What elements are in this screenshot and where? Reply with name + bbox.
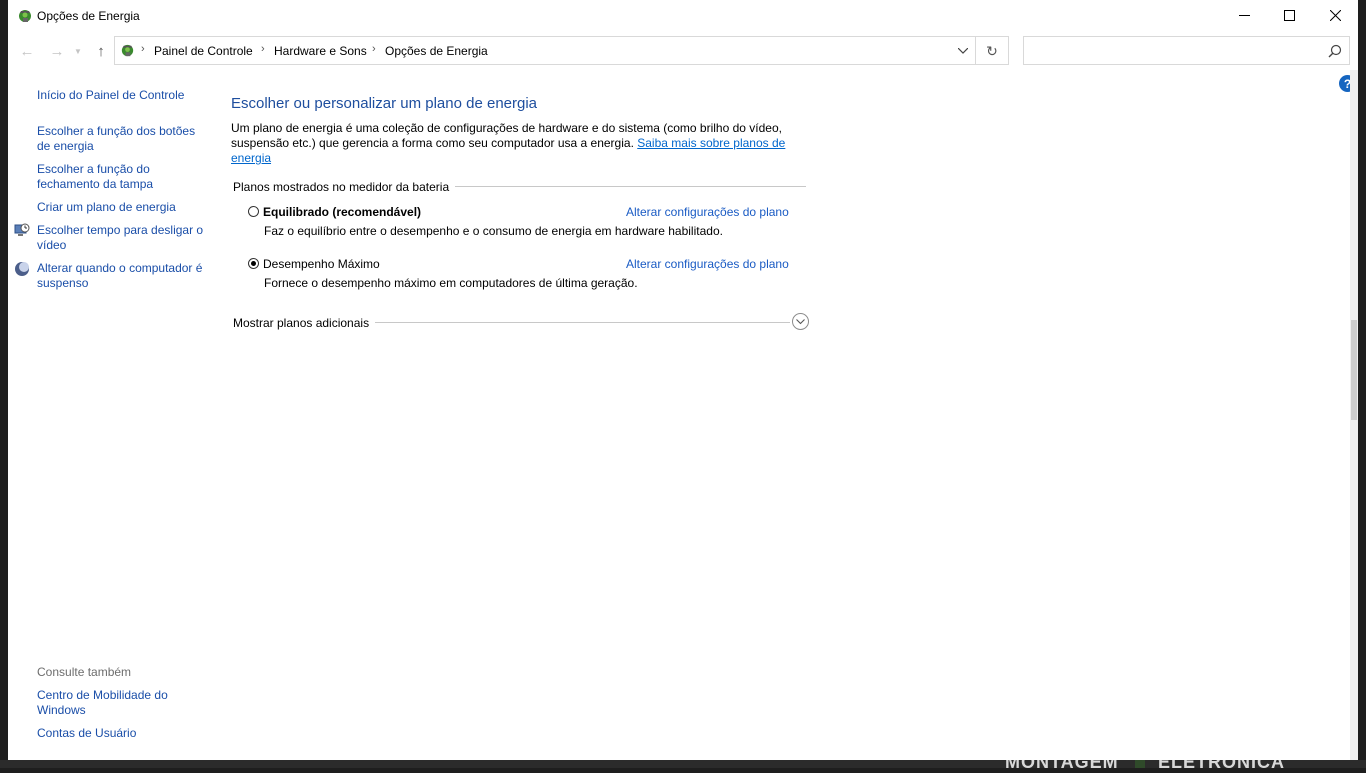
see-also-heading: Consulte também [37, 665, 132, 679]
maximize-button[interactable] [1266, 0, 1312, 30]
window-title: Opções de Energia [37, 9, 140, 23]
see-also-link-contas[interactable]: Contas de Usuário [37, 726, 207, 741]
more-plans-label: Mostrar planos adicionais [233, 316, 370, 330]
breadcrumb-separator-icon: › [141, 43, 145, 55]
control-panel-icon [121, 44, 134, 57]
see-also-link-mobilidade[interactable]: Centro de Mobilidade do Windows [37, 688, 187, 718]
address-bar[interactable]: › Painel de Controle › Hardware e Sons ›… [114, 36, 1009, 65]
minimize-icon [1238, 14, 1250, 16]
breadcrumb-painel-de-controle[interactable]: Painel de Controle [154, 44, 253, 58]
group-divider [455, 186, 806, 187]
recent-locations-button[interactable]: ▼ [72, 44, 84, 58]
search-icon [1328, 44, 1342, 58]
plan-desc-equilibrado: Faz o equilíbrio entre o desempenho e o … [264, 224, 723, 238]
plan-settings-link-equilibrado[interactable]: Alterar configurações do plano [626, 205, 789, 219]
refresh-icon: ↻ [986, 42, 998, 59]
plan-radio-equilibrado[interactable] [248, 206, 259, 217]
arrow-up-icon: ↑ [97, 42, 105, 60]
minimize-button[interactable] [1221, 0, 1267, 30]
forward-button[interactable]: → [48, 42, 66, 60]
up-button[interactable]: ↑ [92, 41, 110, 61]
address-divider [975, 37, 976, 64]
plan-name-desempenho-maximo[interactable]: Desempenho Máximo [263, 257, 380, 271]
breadcrumb-opcoes-de-energia[interactable]: Opções de Energia [385, 44, 488, 58]
sidebar-link-suspensao[interactable]: Alterar quando o computador é suspenso [37, 261, 207, 291]
arrow-left-icon: ← [19, 42, 35, 60]
monitor-clock-icon [14, 223, 30, 236]
back-button[interactable]: ← [18, 42, 36, 60]
plan-desc-desempenho-maximo: Fornece o desempenho máximo em computado… [264, 276, 638, 290]
search-input[interactable] [1023, 36, 1350, 65]
arrow-right-icon: → [49, 42, 65, 60]
address-history-button[interactable] [954, 42, 972, 60]
chevron-down-icon [796, 318, 805, 324]
close-icon [1329, 9, 1341, 21]
sidebar-link-inicio[interactable]: Início do Painel de Controle [37, 88, 207, 103]
breadcrumb-separator-icon: › [372, 43, 376, 55]
desktop-thumbnail [1135, 760, 1145, 768]
breadcrumb-separator-icon: › [261, 43, 265, 55]
control-panel-window: Opções de Energia ← → ▼ ↑ › Painel de Co… [8, 0, 1358, 760]
battery-meter-group-label: Planos mostrados no medidor da bateria [233, 180, 450, 194]
plan-name-equilibrado[interactable]: Equilibrado (recomendável) [263, 205, 421, 219]
title-bar[interactable]: Opções de Energia [8, 0, 1358, 32]
close-button[interactable] [1312, 0, 1358, 30]
more-plans-divider [375, 322, 790, 323]
sidebar-link-botoes-energia[interactable]: Escolher a função dos botões de energia [37, 124, 207, 154]
moon-icon [15, 262, 29, 276]
chevron-down-icon [958, 48, 968, 54]
chevron-down-icon: ▼ [74, 46, 82, 56]
power-options-icon [19, 10, 31, 22]
maximize-icon [1283, 9, 1295, 21]
refresh-button[interactable]: ↻ [983, 42, 1001, 60]
plan-radio-desempenho-maximo[interactable] [248, 258, 259, 269]
sidebar-link-fechamento-tampa[interactable]: Escolher a função do fechamento da tampa [37, 162, 187, 192]
breadcrumb-hardware-e-sons[interactable]: Hardware e Sons [274, 44, 367, 58]
plan-settings-link-desempenho-maximo[interactable]: Alterar configurações do plano [626, 257, 789, 271]
sidebar-link-criar-plano[interactable]: Criar um plano de energia [37, 200, 207, 215]
intro-text: Um plano de energia é uma coleção de con… [231, 121, 791, 166]
sidebar-link-desligar-video[interactable]: Escolher tempo para desligar o vídeo [37, 223, 207, 253]
expand-more-plans-button[interactable] [792, 313, 809, 330]
scrollbar-thumb[interactable] [1351, 320, 1357, 420]
page-title: Escolher ou personalizar um plano de ene… [231, 95, 538, 112]
